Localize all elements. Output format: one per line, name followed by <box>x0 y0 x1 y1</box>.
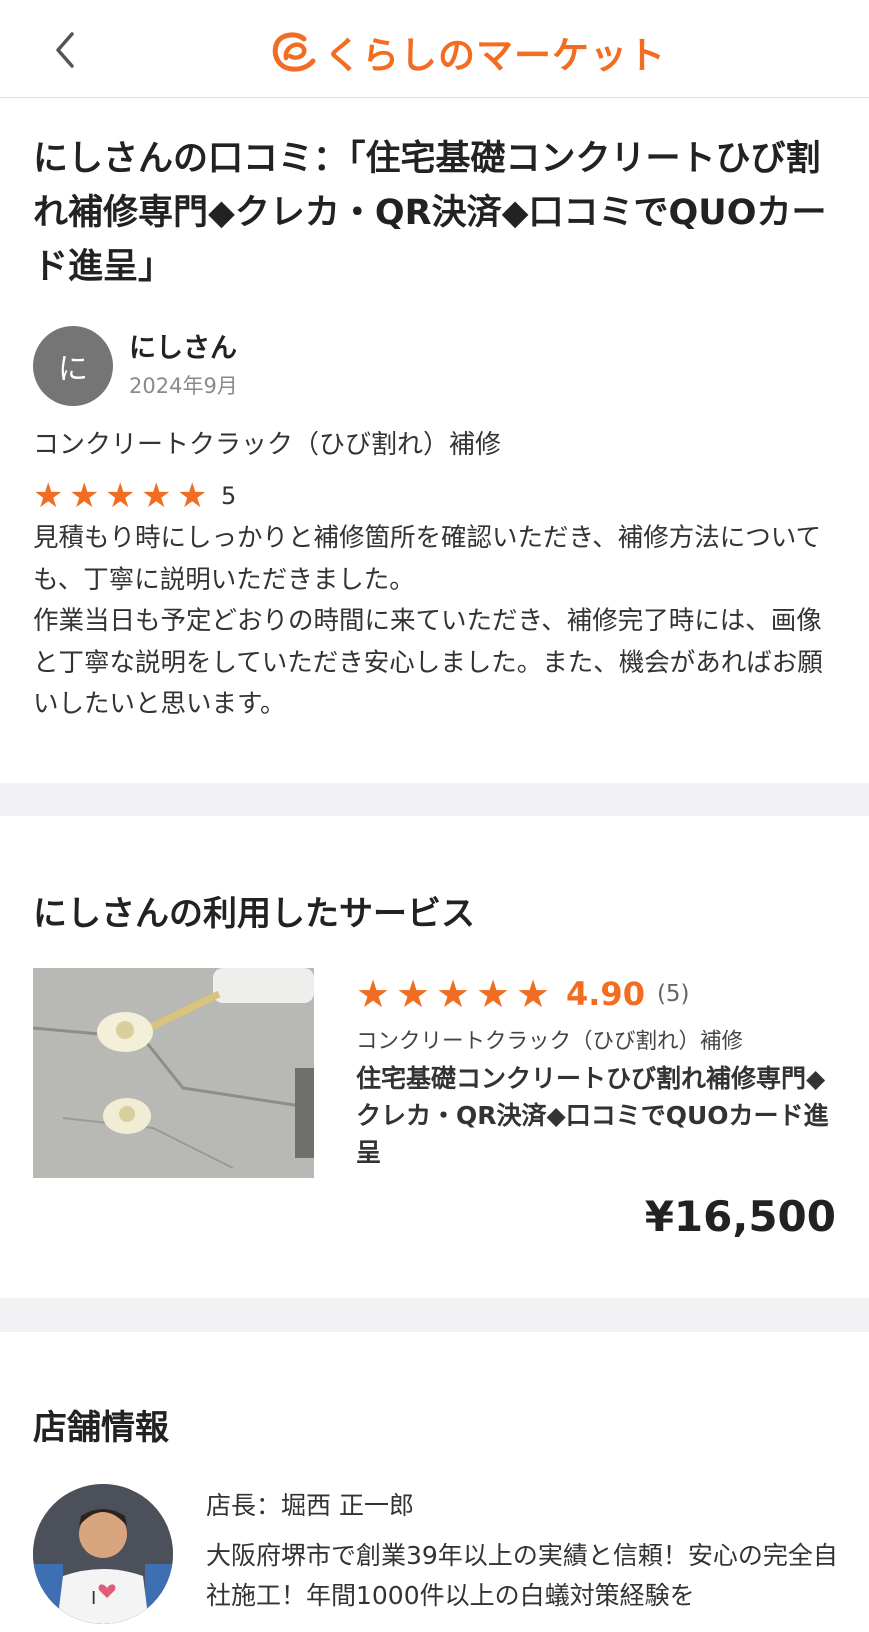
service-price: ¥16,500 <box>644 1192 836 1241</box>
crack-repair-photo <box>33 968 314 1178</box>
site-logo[interactable]: くらしのマーケット <box>270 26 666 78</box>
review-body-text: 見積もり時にしっかりと補修箇所を確認いただき、補修方法についても、丁寧に説明いた… <box>33 523 823 719</box>
star-icon: ★ <box>396 972 431 1016</box>
service-thumbnail[interactable] <box>33 968 314 1178</box>
used-service-card[interactable]: にしさんの利用したサービス ★ ★ ★ ★ ★ 4.90 (5) コンクリートク… <box>0 816 869 1298</box>
svg-text:I: I <box>91 1588 96 1609</box>
rating-number: 5 <box>221 482 237 510</box>
review-category: コンクリートクラック（ひび割れ）補修 <box>33 430 502 460</box>
shop-manager-name: 店長：堀西 正一郎 <box>206 1491 414 1520</box>
section-title-shop: 店舗情報 <box>33 1408 169 1448</box>
logo-text: くらしのマーケット <box>324 34 666 77</box>
service-category: コンクリートクラック（ひび割れ）補修 <box>356 1029 744 1054</box>
review-rating: ★ ★ ★ ★ ★ 5 <box>33 476 236 516</box>
rating-average: 4.90 <box>566 975 645 1013</box>
reviewer-avatar: に <box>33 326 113 406</box>
service-title[interactable]: 住宅基礎コンクリートひび割れ補修専門◆クレカ・QR決済◆口コミでQUOカード進呈 <box>356 1060 836 1171</box>
section-title-service: にしさんの利用したサービス <box>33 894 475 934</box>
logo-mark-icon <box>272 32 316 72</box>
star-icon: ★ <box>69 476 100 516</box>
star-icon: ★ <box>33 476 64 516</box>
review-date: 2024年9月 <box>129 374 238 398</box>
back-button[interactable] <box>46 30 86 70</box>
shop-manager-photo[interactable]: I <box>33 1484 173 1624</box>
review-card: にしさんの口コミ：「住宅基礎コンクリートひび割れ補修専門◆クレカ・QR決済◆口コ… <box>0 98 869 783</box>
chevron-left-icon <box>56 32 74 68</box>
shop-description: 大阪府堺市で創業39年以上の実績と信頼！安心の完全自社施工！年間1000件以上の… <box>206 1541 838 1610</box>
star-icon: ★ <box>356 972 391 1016</box>
star-icon: ★ <box>177 476 208 516</box>
review-count: (5) <box>656 981 690 1007</box>
review-body: 見積もり時にしっかりと補修箇所を確認いただき、補修方法についても、丁寧に説明いた… <box>33 518 833 726</box>
star-icon: ★ <box>476 972 511 1016</box>
star-icon: ★ <box>141 476 172 516</box>
review-title: にしさんの口コミ：「住宅基礎コンクリートひび割れ補修専門◆クレカ・QR決済◆口コ… <box>33 139 827 287</box>
star-icon: ★ <box>105 476 136 516</box>
app-header: くらしのマーケット <box>0 0 869 98</box>
shop-info-card: 店舗情報 I 店長：堀西 正一郎 大阪府堺市で創業39年以上の実績と信頼！安心の… <box>0 1332 869 1632</box>
service-rating: ★ ★ ★ ★ ★ 4.90 (5) <box>356 972 690 1016</box>
manager-photo-image: I <box>33 1484 173 1624</box>
reviewer-name: にしさん <box>129 333 237 364</box>
star-icon: ★ <box>516 972 551 1016</box>
star-icon: ★ <box>436 972 471 1016</box>
